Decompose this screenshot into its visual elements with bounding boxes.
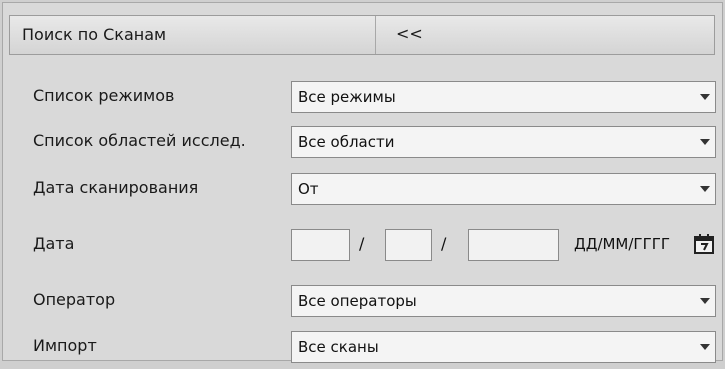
panel-header: Поиск по Сканам <<: [9, 15, 715, 55]
modes-value: Все режимы: [298, 88, 396, 106]
chevron-down-icon: [695, 127, 715, 157]
operator-row: Оператор Все операторы: [9, 277, 716, 323]
areas-select[interactable]: Все области: [291, 126, 716, 158]
date-row: Дата / / ДД/ММ/ГГГГ: [9, 221, 715, 267]
areas-value: Все области: [298, 133, 395, 151]
chevron-down-icon: [695, 82, 715, 112]
scan-date-label: Дата сканирования: [33, 178, 199, 197]
operator-label: Оператор: [33, 290, 116, 309]
chevron-down-icon: [695, 286, 715, 316]
import-value: Все сканы: [298, 338, 379, 356]
day-input[interactable]: [291, 229, 350, 261]
areas-label: Список областей исслед.: [33, 131, 246, 150]
header-divider: [375, 16, 376, 54]
import-row: Импорт Все сканы: [9, 323, 716, 369]
import-select[interactable]: Все сканы: [291, 331, 716, 363]
year-input[interactable]: [468, 229, 559, 261]
date-separator: /: [359, 234, 365, 253]
scan-date-select[interactable]: От: [291, 173, 716, 205]
import-label: Импорт: [33, 336, 97, 355]
collapse-button[interactable]: <<: [390, 16, 429, 54]
date-separator: /: [441, 234, 447, 253]
modes-label: Список режимов: [33, 86, 175, 105]
operator-select[interactable]: Все операторы: [291, 285, 716, 317]
scan-date-value: От: [298, 180, 319, 198]
date-format-hint: ДД/ММ/ГГГГ: [574, 235, 671, 253]
scan-date-row: Дата сканирования От: [9, 165, 716, 211]
operator-value: Все операторы: [298, 292, 417, 310]
chevron-down-icon: [695, 332, 715, 362]
chevron-down-icon: [695, 174, 715, 204]
scan-search-panel: Поиск по Сканам << Список режимов Все ре…: [2, 2, 723, 363]
panel-title: Поиск по Сканам: [22, 25, 167, 44]
modes-row: Список режимов Все режимы: [9, 73, 716, 119]
date-label: Дата: [33, 234, 75, 253]
month-input[interactable]: [385, 229, 432, 261]
modes-select[interactable]: Все режимы: [291, 81, 716, 113]
areas-row: Список областей исслед. Все области: [9, 118, 716, 164]
calendar-icon[interactable]: [693, 233, 715, 255]
